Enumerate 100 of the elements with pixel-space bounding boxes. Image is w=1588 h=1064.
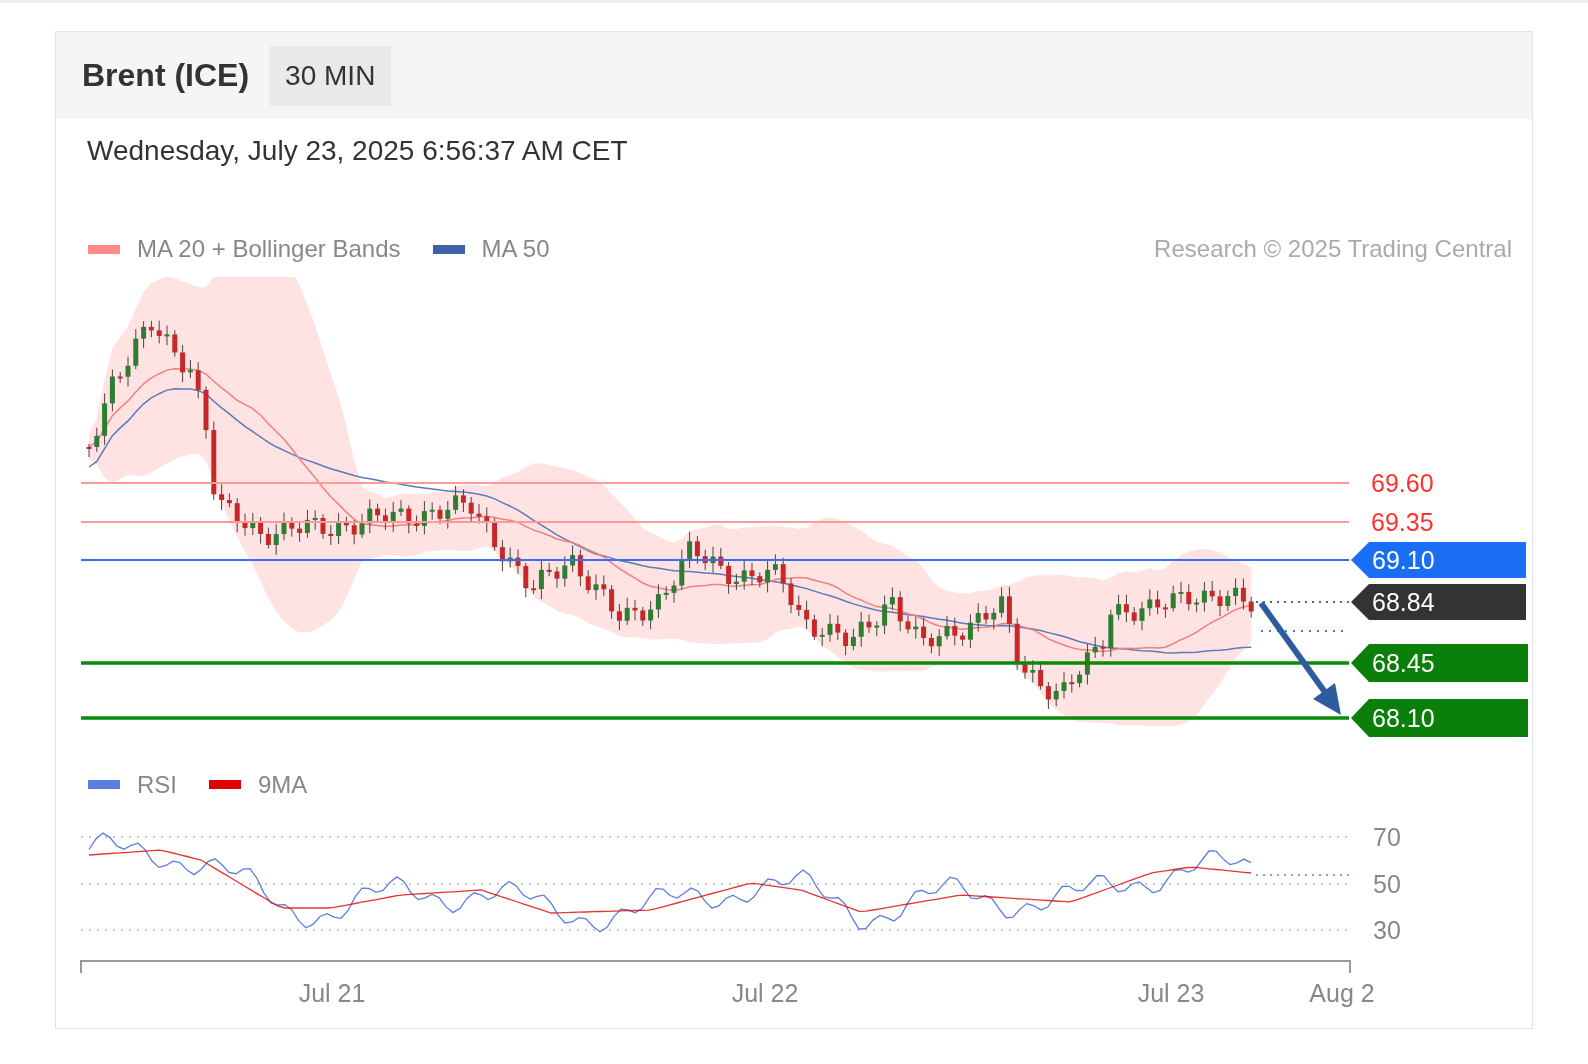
candlestick	[1100, 639, 1106, 658]
rsi-tick-label: 30	[1373, 916, 1401, 944]
candlestick	[1217, 589, 1223, 617]
candlestick	[250, 512, 256, 536]
candlestick	[406, 504, 412, 534]
candlestick	[710, 546, 716, 574]
candlestick	[913, 616, 919, 640]
candlestick	[94, 427, 100, 453]
candlestick	[780, 557, 786, 593]
date-label: Jul 21	[298, 979, 366, 1007]
price-tag: 69.10	[1351, 542, 1526, 578]
date-label: Jul 23	[1137, 979, 1205, 1007]
candlestick	[757, 571, 763, 588]
candlestick	[1248, 596, 1254, 619]
candlestick	[1178, 581, 1184, 604]
candlestick	[1139, 601, 1145, 631]
candlestick	[320, 513, 326, 540]
candlestick	[429, 501, 435, 521]
candlestick	[741, 559, 747, 591]
candlestick	[749, 562, 755, 586]
candlestick	[858, 611, 864, 648]
candlestick	[983, 605, 989, 625]
candlestick	[554, 566, 560, 589]
candlestick	[1131, 606, 1137, 626]
candlestick	[624, 597, 630, 626]
instrument-title: Brent (ICE)	[82, 57, 250, 94]
legend-label: 9MA	[258, 770, 308, 799]
interval-badge: 30 MIN	[269, 45, 392, 106]
candlestick	[1108, 609, 1114, 658]
candlestick	[593, 574, 599, 601]
candlestick	[367, 498, 373, 534]
candlestick	[156, 320, 162, 344]
candlestick	[390, 501, 396, 533]
candlestick	[437, 505, 443, 525]
candlestick	[827, 613, 833, 643]
candlestick	[866, 613, 872, 634]
legend-label: RSI	[137, 770, 177, 799]
candlestick	[788, 577, 794, 614]
candlestick	[242, 513, 248, 537]
candlestick	[640, 606, 646, 627]
candlestick	[86, 443, 92, 458]
candlestick	[1147, 589, 1153, 617]
candlestick	[991, 607, 997, 630]
candlestick	[1030, 659, 1036, 683]
candlestick	[952, 617, 958, 646]
rsi-tick-label: 50	[1373, 870, 1401, 898]
candlestick	[671, 580, 677, 604]
date-label: Jul 22	[731, 979, 799, 1007]
candlestick	[281, 512, 287, 541]
candlestick	[273, 523, 279, 556]
candlestick	[484, 506, 490, 533]
candlestick	[468, 496, 474, 522]
candlestick	[585, 569, 591, 594]
candlestick	[289, 516, 295, 538]
legend-label: MA 50	[481, 235, 550, 263]
candlestick	[351, 519, 357, 545]
price-tag: 68.10	[1351, 699, 1528, 737]
candlestick	[663, 585, 669, 601]
candlestick	[1022, 655, 1028, 680]
candlestick	[312, 509, 318, 531]
candlestick	[1053, 683, 1059, 707]
resistance-label: 69.35	[1371, 508, 1434, 536]
candlestick	[328, 524, 334, 546]
candlestick	[172, 329, 178, 358]
candlestick	[819, 627, 825, 647]
candlestick	[1069, 673, 1075, 694]
candlestick	[936, 628, 942, 657]
candlestick	[234, 497, 240, 533]
candlestick	[117, 371, 123, 384]
candlestick	[632, 599, 638, 621]
candlestick	[897, 590, 903, 632]
candlestick	[523, 562, 529, 598]
candlestick	[702, 549, 708, 571]
candlestick	[796, 595, 802, 617]
rsi-tick-label: 70	[1373, 823, 1401, 851]
candlestick	[718, 547, 724, 570]
date-label: Aug 2	[1309, 979, 1375, 1007]
candlestick	[975, 602, 981, 633]
candlestick	[679, 549, 685, 591]
candlestick	[1186, 583, 1192, 611]
candlestick	[125, 356, 131, 388]
candlestick	[546, 562, 552, 577]
candlestick	[1170, 585, 1176, 613]
credit-text: Research © 2025 Trading Central	[1154, 235, 1512, 263]
candlestick	[835, 614, 841, 641]
candlestick	[203, 386, 209, 440]
candlestick	[515, 548, 521, 575]
candlestick	[359, 513, 365, 539]
price-tag: 68.45	[1351, 644, 1528, 682]
candlestick	[1092, 636, 1098, 659]
candlestick	[1014, 617, 1020, 671]
candlestick	[1225, 590, 1231, 612]
candlestick	[195, 361, 201, 399]
resistance-label: 69.60	[1371, 469, 1434, 497]
candlestick	[1209, 580, 1215, 602]
candlestick	[476, 503, 482, 524]
candlestick	[445, 500, 451, 530]
candlestick	[398, 499, 404, 517]
candlestick	[507, 547, 513, 569]
candlestick	[905, 615, 911, 634]
